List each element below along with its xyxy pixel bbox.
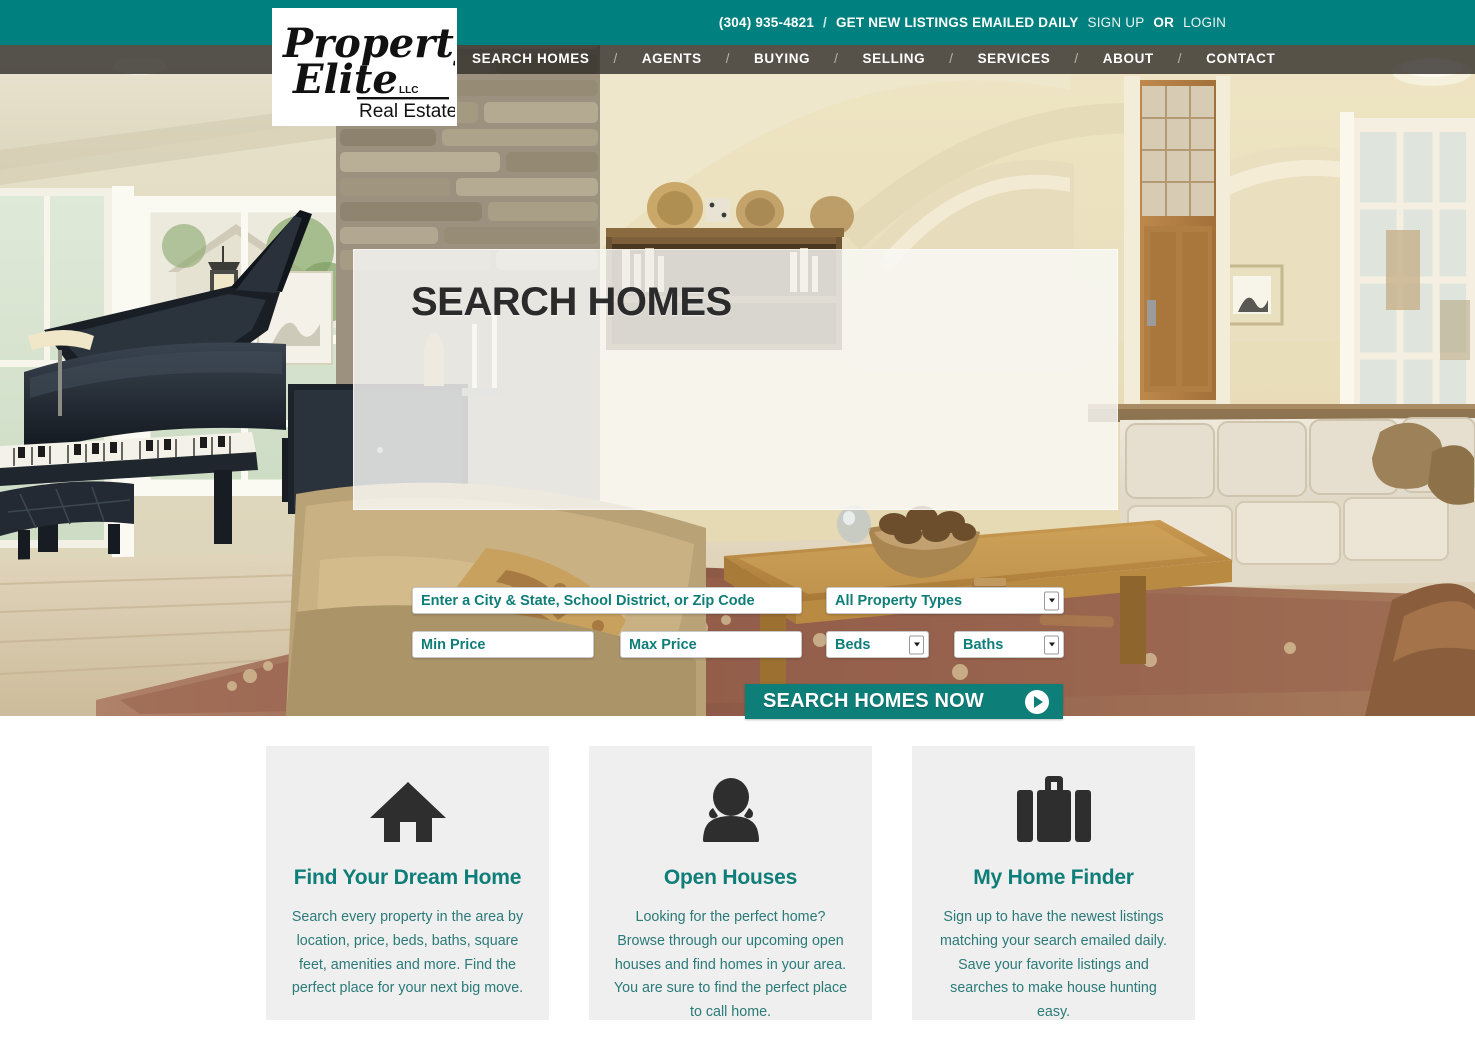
nav-item-buying[interactable]: BUYING bbox=[752, 51, 812, 66]
logo-line3: Real Estate bbox=[359, 101, 455, 122]
person-icon bbox=[589, 746, 872, 842]
max-price-input[interactable]: Max Price bbox=[620, 631, 802, 658]
card-body: Search every property in the area by loc… bbox=[291, 909, 524, 997]
chevron-down-icon bbox=[1044, 591, 1059, 610]
site-logo[interactable]: Property Elite LLC Real Estate bbox=[272, 8, 457, 126]
card-body: Sign up to have the newest listings matc… bbox=[939, 909, 1167, 1021]
nav-divider: / bbox=[1177, 50, 1183, 66]
property-type-select[interactable]: All Property Types bbox=[826, 587, 1064, 614]
login-link[interactable]: LOGIN bbox=[1183, 15, 1226, 30]
logo-line2: Elite bbox=[292, 56, 398, 103]
nav-item-selling[interactable]: SELLING bbox=[861, 51, 928, 66]
nav-item-contact[interactable]: CONTACT bbox=[1204, 51, 1277, 66]
briefcase-icon bbox=[912, 746, 1195, 842]
nav-divider: / bbox=[725, 50, 731, 66]
min-price-input[interactable]: Min Price bbox=[412, 631, 594, 658]
search-panel-title: SEARCH HOMES bbox=[411, 280, 732, 324]
logo-suffix: LLC bbox=[399, 85, 418, 96]
nav-item-about[interactable]: ABOUT bbox=[1101, 51, 1156, 66]
home-icon bbox=[266, 746, 549, 842]
nav-items: SEARCH HOMES / AGENTS / BUYING / SELLING… bbox=[470, 51, 1277, 66]
search-panel: SEARCH HOMES Enter a City & State, Schoo… bbox=[353, 249, 1118, 719]
nav-item-search-homes[interactable]: SEARCH HOMES bbox=[470, 51, 591, 66]
card-heading: Find Your Dream Home bbox=[293, 866, 522, 889]
page-root: SEARCH HOMES Enter a City & State, Schoo… bbox=[0, 0, 1475, 1052]
feature-card-my-home-finder[interactable]: My Home Finder Sign up to have the newes… bbox=[912, 746, 1195, 1020]
chevron-down-icon bbox=[909, 635, 924, 654]
card-heading: Open Houses bbox=[663, 866, 798, 889]
card-heading: My Home Finder bbox=[973, 866, 1134, 889]
utility-topbar: (304) 935-4821 / GET NEW LISTINGS EMAILE… bbox=[0, 0, 1475, 45]
min-price-placeholder: Min Price bbox=[421, 636, 486, 653]
property-type-value: All Property Types bbox=[835, 592, 963, 609]
nav-divider: / bbox=[834, 50, 839, 66]
main-navigation: SEARCH HOMES / AGENTS / BUYING / SELLING… bbox=[0, 42, 1475, 74]
search-location-input[interactable]: Enter a City & State, School District, o… bbox=[412, 587, 802, 614]
feature-card-open-houses[interactable]: Open Houses Looking for the perfect home… bbox=[589, 746, 872, 1020]
beds-select[interactable]: Beds bbox=[826, 631, 929, 658]
baths-select[interactable]: Baths bbox=[954, 631, 1064, 658]
search-button-label: SEARCH HOMES NOW bbox=[763, 690, 984, 712]
sign-up-link[interactable]: SIGN UP bbox=[1088, 15, 1145, 30]
beds-value: Beds bbox=[835, 636, 871, 653]
feature-card-find-your-dream-home[interactable]: Find Your Dream Home Search every proper… bbox=[266, 746, 549, 1020]
nav-divider: / bbox=[613, 50, 618, 66]
card-body: Looking for the perfect home? Browse thr… bbox=[613, 909, 848, 1021]
baths-value: Baths bbox=[963, 636, 1004, 653]
play-arrow-icon bbox=[1025, 689, 1049, 714]
nav-divider: / bbox=[949, 50, 954, 66]
phone-number[interactable]: (304) 935-4821 bbox=[719, 15, 814, 30]
search-homes-now-button[interactable]: SEARCH HOMES NOW bbox=[745, 684, 1063, 719]
nav-divider: / bbox=[1074, 50, 1079, 66]
nav-item-agents[interactable]: AGENTS bbox=[640, 51, 704, 66]
max-price-placeholder: Max Price bbox=[629, 636, 697, 653]
search-location-placeholder: Enter a City & State, School District, o… bbox=[421, 592, 755, 609]
nav-item-services[interactable]: SERVICES bbox=[976, 51, 1053, 66]
get-listings-emailed-label: GET NEW LISTINGS EMAILED DAILY bbox=[835, 15, 1079, 30]
topbar-divider: / bbox=[823, 15, 827, 30]
feature-cards: Find Your Dream Home Search every proper… bbox=[0, 746, 1475, 1026]
or-label: OR bbox=[1153, 15, 1175, 30]
chevron-down-icon bbox=[1044, 635, 1059, 654]
